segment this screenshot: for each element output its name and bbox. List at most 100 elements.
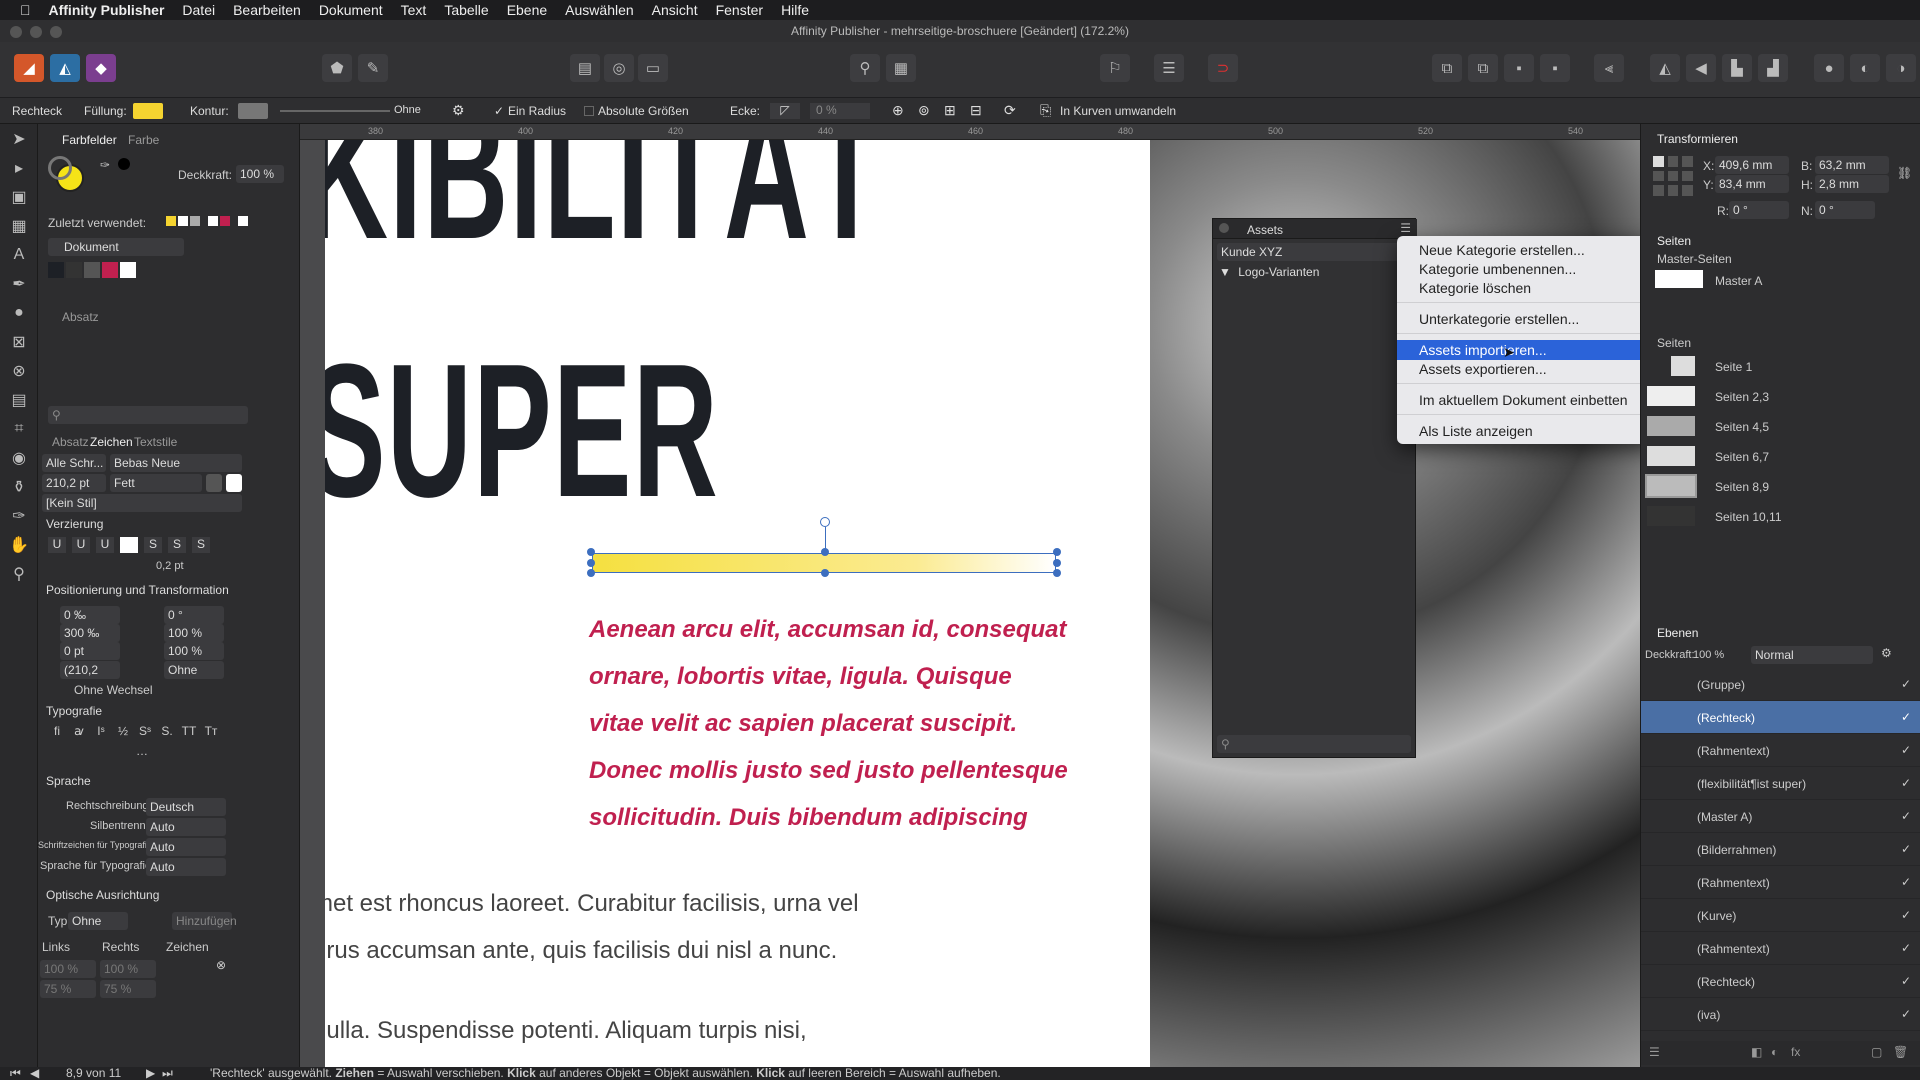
spread-icon[interactable]: ▭ — [638, 54, 668, 82]
opt-add-button[interactable]: Hinzufügen — [172, 912, 237, 930]
one-radius-checkbox[interactable]: ✓ — [494, 104, 504, 118]
rotate-handle[interactable] — [820, 517, 830, 527]
font-family-dropdown[interactable]: Bebas Neue — [110, 454, 242, 472]
handle-bottom-right[interactable] — [1053, 569, 1061, 577]
text-wrap-icon[interactable]: ☰ — [1154, 54, 1184, 82]
layer-row[interactable]: (Bilderrahmen) ✓ — [1641, 833, 1920, 866]
double-underline-button[interactable]: U — [72, 537, 90, 553]
publisher-persona-icon[interactable]: ◢ — [14, 54, 44, 82]
document-page[interactable]: KIBILITÄT SUPER Aenean arcu elit, accums… — [325, 140, 1150, 1067]
zoom-window-button[interactable] — [50, 26, 62, 38]
menu-export-assets[interactable]: Assets exportieren... — [1397, 359, 1655, 379]
page-item[interactable]: Seiten 2,3 — [1641, 382, 1920, 412]
page-item[interactable]: Seiten 4,5 — [1641, 412, 1920, 442]
arrange-back-icon[interactable]: ▪ — [1504, 54, 1534, 82]
magnet-icon[interactable]: ⊃ — [1208, 54, 1238, 82]
flip-vertical-icon[interactable]: ◀ — [1686, 54, 1716, 82]
pages-tab[interactable]: Seiten — [1657, 234, 1691, 248]
fx-icon[interactable]: fx — [1791, 1045, 1800, 1059]
palette-dropdown[interactable]: Dokument — [48, 238, 184, 256]
black-swatch[interactable] — [118, 158, 130, 170]
boolean-intersect-icon[interactable]: ◑ — [1886, 54, 1916, 82]
designer-persona-icon[interactable]: ◭ — [50, 54, 80, 82]
layer-row[interactable]: (iva) ✓ — [1641, 998, 1920, 1031]
x-field[interactable]: 409,6 mm — [1715, 156, 1789, 174]
layers-opacity-field[interactable]: 100 % — [1693, 649, 1724, 661]
apple-icon[interactable]:  — [20, 2, 31, 18]
options-icon[interactable]: ✎ — [358, 54, 388, 82]
pin-icon[interactable]: ⚲ — [850, 54, 880, 82]
add-layer-icon[interactable]: ▢ — [1871, 1045, 1882, 1059]
layer-row[interactable]: (Rahmentext) ✓ — [1641, 866, 1920, 899]
zeichen-tab[interactable]: Zeichen — [90, 435, 133, 449]
last-page-icon[interactable]: ⏭ — [162, 1067, 173, 1080]
text-frame-icon[interactable]: ▦ — [886, 54, 916, 82]
mask-icon[interactable]: ◧ — [1751, 1045, 1762, 1059]
menu-fenster[interactable]: Fenster — [716, 2, 763, 18]
menu-new-subcategory[interactable]: Unterkategorie erstellen... — [1397, 309, 1655, 329]
menu-show-as-list[interactable]: Als Liste anzeigen — [1397, 421, 1655, 441]
layer-row[interactable]: (Rechteck) ✓ — [1641, 965, 1920, 998]
text-color-swatch[interactable] — [206, 474, 222, 492]
page-item[interactable]: Seiten 10,11 — [1641, 502, 1920, 532]
opt-type-dropdown[interactable]: Ohne — [68, 912, 128, 930]
leading-field[interactable]: (210,2 — [60, 661, 120, 679]
layer-row[interactable]: (Master A) ✓ — [1641, 800, 1920, 833]
page-icon[interactable]: ▤ — [570, 54, 600, 82]
page-item-selected[interactable]: Seiten 8,9 — [1641, 472, 1920, 502]
tracking-field[interactable]: 0 ‰ — [60, 606, 120, 624]
assets-client-dropdown[interactable]: Kunde XYZ — [1217, 243, 1411, 261]
opt-remove-icon[interactable]: ⊗ — [216, 958, 226, 972]
deco-weight[interactable]: 0,2 pt — [156, 560, 184, 572]
handle-top-left[interactable] — [587, 548, 595, 556]
glyphs-dropdown[interactable]: Auto — [146, 838, 226, 856]
page-item[interactable]: Seiten 6,7 — [1641, 442, 1920, 472]
strike-alt-button[interactable]: S — [192, 537, 210, 553]
opt-row1-left[interactable]: 100 % — [40, 960, 96, 978]
handle-top-mid[interactable] — [821, 548, 829, 556]
menu-datei[interactable]: Datei — [182, 2, 215, 18]
node-tool-icon[interactable]: ▸ — [0, 153, 38, 182]
headline-line-2[interactable]: SUPER — [325, 336, 719, 526]
transform-origin-icon[interactable]: ⊚ — [918, 102, 930, 119]
layers-stack-icon[interactable]: ☰ — [1649, 1045, 1660, 1059]
crosshair-icon[interactable]: ⊕ — [892, 102, 904, 119]
first-page-icon[interactable]: ⏮ — [10, 1067, 21, 1080]
menu-ebene[interactable]: Ebene — [507, 2, 547, 18]
gear-icon[interactable]: ⚙ — [452, 102, 465, 119]
align-icon[interactable]: ⫷ — [1594, 54, 1624, 82]
move-tool-icon[interactable]: ➤ — [0, 124, 38, 153]
layer-row[interactable]: (Rahmentext) ✓ — [1641, 734, 1920, 767]
handle-bottom-mid[interactable] — [821, 569, 829, 577]
italic-angle-field[interactable]: 0 ° — [164, 606, 224, 624]
hyphenation-dropdown[interactable]: Auto — [146, 818, 226, 836]
handle-top-right[interactable] — [1053, 548, 1061, 556]
adjust-icon[interactable]: ◐ — [1771, 1045, 1778, 1059]
ellipse-frame-tool-icon[interactable]: ⊗ — [0, 356, 38, 385]
shear-field[interactable]: 0 ° — [1815, 201, 1875, 219]
layers-tab[interactable]: Ebenen — [1657, 626, 1698, 640]
opt-row2-right[interactable]: 75 % — [100, 980, 156, 998]
tab-color[interactable]: Farbe — [128, 133, 159, 147]
horizontal-scale-field[interactable]: 100 % — [164, 642, 224, 660]
assets-category[interactable]: ▼ Logo-Varianten — [1219, 265, 1319, 279]
y-field[interactable]: 83,4 mm — [1715, 175, 1789, 193]
arrange-forward-icon[interactable]: ⧉ — [1468, 54, 1498, 82]
swatch-search-input[interactable]: ⚲ — [48, 406, 248, 424]
pen-tool-icon[interactable]: ✒ — [0, 269, 38, 298]
kerning-field[interactable]: 300 ‰ — [60, 624, 120, 642]
crop-tool-icon[interactable]: ⌗ — [0, 414, 38, 443]
section-typography[interactable]: Typografie — [46, 704, 102, 718]
table-tool-icon[interactable]: ▦ — [0, 211, 38, 240]
vertical-scale-field[interactable]: 100 % — [164, 624, 224, 642]
menu-embed-document[interactable]: Im aktuellem Dokument einbetten — [1397, 390, 1655, 410]
text-frame-tool-icon[interactable]: ▣ — [0, 182, 38, 211]
underline-button[interactable]: U — [48, 537, 66, 553]
layer-row[interactable]: (Rahmentext) ✓ — [1641, 932, 1920, 965]
eyedropper-icon[interactable]: ✑ — [100, 158, 110, 172]
shear-dropdown[interactable]: Ohne — [164, 661, 224, 679]
handle-mid-right[interactable] — [1053, 559, 1061, 567]
typo-language-dropdown[interactable]: Auto — [146, 858, 226, 876]
layers-settings-icon[interactable]: ⚙ — [1881, 646, 1892, 660]
share-icon[interactable]: ⬟ — [322, 54, 352, 82]
